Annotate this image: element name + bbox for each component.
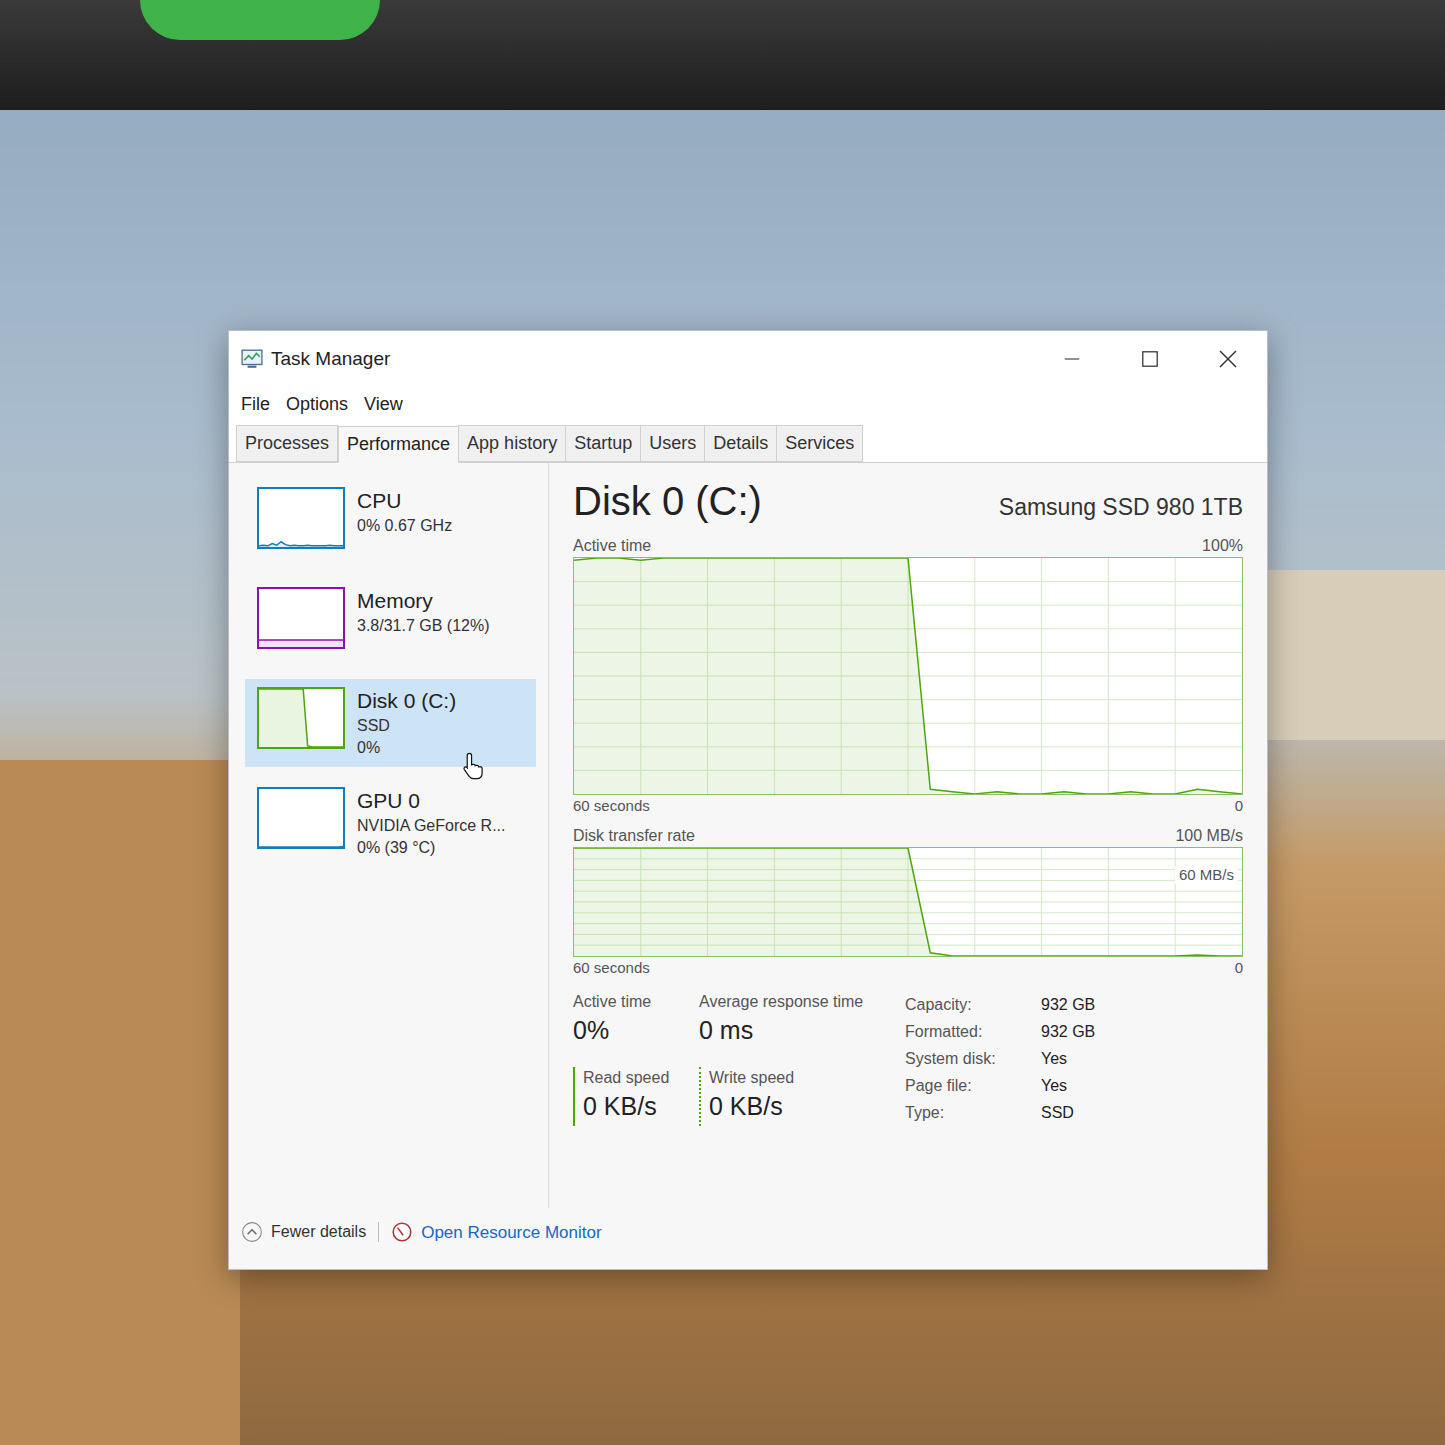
detail-title: Disk 0 (C:) bbox=[573, 475, 762, 527]
sidebar-thumbnail bbox=[257, 787, 345, 849]
property-label: Type: bbox=[905, 1099, 1025, 1126]
resource-monitor-icon bbox=[391, 1221, 413, 1243]
chart: Disk transfer rate 100 MB/s 60 MB/s 60 seco… bbox=[573, 825, 1243, 979]
chart-graph-icon bbox=[574, 848, 1242, 956]
fewer-details-button[interactable]: Fewer details bbox=[241, 1220, 366, 1244]
wallpaper-town bbox=[1255, 570, 1445, 740]
tab-bar: ProcessesPerformanceApp historyStartupUs… bbox=[229, 421, 1267, 463]
tab[interactable]: Processes bbox=[236, 425, 338, 462]
maximize-icon bbox=[1141, 350, 1159, 368]
chart-max-label: 100% bbox=[1202, 535, 1243, 557]
chart-min-label: 0 bbox=[1235, 957, 1243, 979]
menu-item[interactable]: File bbox=[241, 391, 270, 418]
thumbnail-graph-icon bbox=[259, 589, 343, 647]
property-label: Page file: bbox=[905, 1072, 1025, 1099]
property-label: System disk: bbox=[905, 1045, 1025, 1072]
minimize-icon bbox=[1063, 350, 1081, 368]
cursor-icon bbox=[461, 751, 485, 781]
chart-time-label: 60 seconds bbox=[573, 957, 650, 979]
thumbnail-graph-icon bbox=[259, 489, 343, 547]
stat: Active time0% bbox=[573, 991, 683, 1051]
sidebar-thumbnail bbox=[257, 587, 345, 649]
sidebar-item[interactable]: GPU 0NVIDIA GeForce R...0% (39 °C) bbox=[245, 779, 536, 867]
property-label: Formatted: bbox=[905, 1018, 1025, 1045]
chevron-up-icon bbox=[241, 1221, 263, 1243]
chart-min-label: 0 bbox=[1235, 795, 1243, 817]
monitor-bezel bbox=[0, 0, 1445, 110]
sidebar-thumbnail bbox=[257, 687, 345, 749]
properties: Capacity: 932 GB Formatted: 932 GB System di… bbox=[905, 991, 1095, 1126]
detail-model: Samsung SSD 980 1TB bbox=[999, 490, 1243, 525]
property-value: 932 GB bbox=[1041, 1018, 1095, 1045]
sidebar-thumbnail bbox=[257, 487, 345, 549]
menu-item[interactable]: View bbox=[364, 391, 403, 418]
footer: Fewer details Open Resource Monitor bbox=[229, 1208, 1267, 1258]
tab[interactable]: Services bbox=[776, 425, 863, 462]
sticker bbox=[140, 0, 380, 40]
tab[interactable]: App history bbox=[458, 425, 566, 462]
chart-area bbox=[573, 557, 1243, 795]
task-manager-icon bbox=[241, 348, 263, 370]
tab[interactable]: Users bbox=[640, 425, 705, 462]
menu-bar: File Options View bbox=[229, 387, 1267, 421]
property-value: Yes bbox=[1041, 1072, 1095, 1099]
tab[interactable]: Details bbox=[704, 425, 777, 462]
chart-label: Disk transfer rate bbox=[573, 825, 695, 847]
title-bar[interactable]: Task Manager bbox=[229, 331, 1267, 387]
desktop: Task ManagerFile Options View ProcessesPerf… bbox=[0, 0, 1445, 1445]
chart-max-label: 100 MB/s bbox=[1175, 825, 1243, 847]
stats: Active time0% Average response time0 ms Re… bbox=[573, 991, 889, 1126]
maximize-button[interactable] bbox=[1111, 331, 1189, 387]
detail-panel: Disk 0 (C:) Samsung SSD 980 1TB Active tim… bbox=[549, 463, 1267, 1208]
stat: Average response time0 ms bbox=[699, 991, 889, 1051]
close-icon bbox=[1218, 349, 1238, 369]
tab[interactable]: Performance bbox=[338, 426, 459, 463]
sidebar: CPU0% 0.67 GHz Memory3.8/31.7 GB (12%) Dis… bbox=[229, 463, 549, 1208]
chart-label: Active time bbox=[573, 535, 651, 557]
resource-monitor-link[interactable]: Open Resource Monitor bbox=[391, 1220, 601, 1246]
chart-graph-icon bbox=[574, 558, 1242, 794]
menu-item[interactable]: Options bbox=[286, 391, 348, 418]
sidebar-item[interactable]: CPU0% 0.67 GHz bbox=[245, 479, 536, 567]
sidebar-item[interactable]: Disk 0 (C:)SSD0% bbox=[245, 679, 536, 767]
tab[interactable]: Startup bbox=[565, 425, 641, 462]
task-manager-window[interactable]: Task ManagerFile Options View ProcessesPerf… bbox=[228, 330, 1268, 1270]
chart-area: 60 MB/s bbox=[573, 847, 1243, 957]
chart: Active time 100% 60 seconds 0 bbox=[573, 535, 1243, 817]
stat: Write speed0 KB/s bbox=[699, 1067, 889, 1127]
wallpaper-cliff bbox=[0, 760, 240, 1445]
thumbnail-graph-icon bbox=[259, 789, 343, 847]
sidebar-item[interactable]: Memory3.8/31.7 GB (12%) bbox=[245, 579, 536, 667]
property-value: SSD bbox=[1041, 1099, 1095, 1126]
close-button[interactable] bbox=[1189, 331, 1267, 387]
window-title: Task Manager bbox=[271, 345, 390, 374]
thumbnail-graph-icon bbox=[259, 689, 343, 747]
stat: Read speed0 KB/s bbox=[573, 1067, 683, 1127]
property-value: Yes bbox=[1041, 1045, 1095, 1072]
property-value: 932 GB bbox=[1041, 991, 1095, 1018]
property-label: Capacity: bbox=[905, 991, 1025, 1018]
chart-time-label: 60 seconds bbox=[573, 795, 650, 817]
footer-separator bbox=[378, 1222, 379, 1242]
minimize-button[interactable] bbox=[1033, 331, 1111, 387]
chart-marker-label: 60 MB/s bbox=[1175, 866, 1238, 884]
